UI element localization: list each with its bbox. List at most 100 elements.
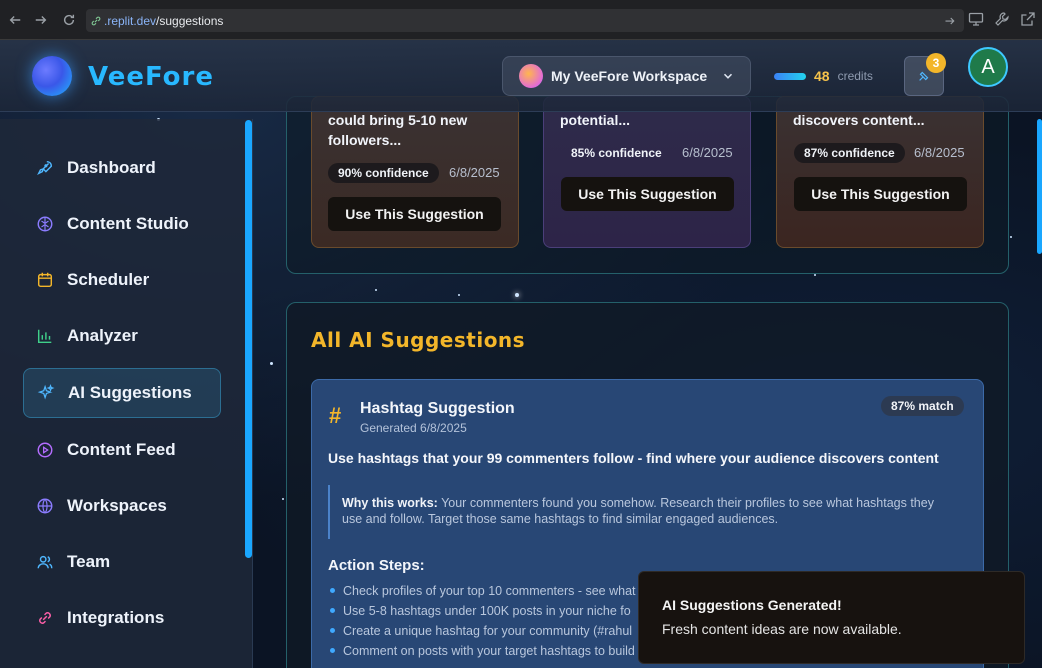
address-bar[interactable]: .replit.dev /suggestions <box>86 9 964 32</box>
url-domain: .replit.dev <box>104 13 157 28</box>
sidebar-item-ai-suggestions[interactable]: AI Suggestions <box>23 368 221 418</box>
sidebar-item-label: Team <box>67 552 111 571</box>
calendar-icon <box>37 272 53 288</box>
section-title: All AI Suggestions <box>311 328 526 352</box>
credits-label: credits <box>837 69 873 83</box>
satellite-icon <box>919 71 929 81</box>
bullet-dot <box>330 588 335 593</box>
globe-icon <box>37 498 53 514</box>
brain-icon <box>37 216 53 232</box>
star-decoration <box>458 294 460 296</box>
sidebar-item-scheduler[interactable]: Scheduler <box>23 256 221 304</box>
sidebar-item-label: Workspaces <box>67 496 167 515</box>
devices-icon[interactable] <box>968 11 984 27</box>
back-icon[interactable] <box>4 9 26 31</box>
sidebar-item-content-feed[interactable]: Content Feed <box>23 426 221 474</box>
sidebar-item-label: Integrations <box>67 608 165 627</box>
action-step: Create a unique hashtag for your communi… <box>328 624 638 638</box>
suggestion-title-line: could bring 5-10 new <box>328 112 468 128</box>
why-label: Why this works: <box>342 496 438 510</box>
brand-logo <box>32 56 72 96</box>
confidence-badge: 87% confidence <box>794 143 905 163</box>
use-suggestion-button[interactable]: Use This Suggestion <box>328 197 501 231</box>
user-avatar[interactable]: A <box>968 47 1008 87</box>
workspace-icon <box>519 64 543 88</box>
go-arrow-icon[interactable] <box>944 15 956 27</box>
toast-body: Fresh content ideas are now available. <box>662 621 902 637</box>
confidence-badge: 85% confidence <box>571 146 662 160</box>
action-step-text: Check profiles of your top 10 commenters… <box>343 584 636 598</box>
suggestion-type-title: Hashtag Suggestion <box>360 400 515 417</box>
users-icon <box>37 555 53 569</box>
suggestion-date: 6/8/2025 <box>449 165 500 180</box>
app-header: VeeFore My VeeFore Workspace 48 credits … <box>0 40 1042 112</box>
star-decoration <box>282 498 284 500</box>
bar-chart-icon <box>37 329 52 344</box>
play-circle-icon <box>37 442 53 458</box>
hashtag-icon: # <box>329 403 342 428</box>
toast-title: AI Suggestions Generated! <box>662 597 842 613</box>
sidebar-item-label: Content Feed <box>67 440 176 459</box>
sidebar-item-label: Scheduler <box>67 270 150 289</box>
workspace-selector[interactable]: My VeeFore Workspace <box>502 56 751 96</box>
star-decoration <box>515 293 519 297</box>
notification-count-badge: 3 <box>926 53 946 73</box>
page-scrollbar[interactable] <box>1037 119 1042 254</box>
suggestion-date: 6/8/2025 <box>682 145 733 160</box>
sidebar-item-analyzer[interactable]: Analyzer <box>23 312 221 360</box>
suggestion-title: discovers content... <box>793 110 924 130</box>
bullet-dot <box>330 628 335 633</box>
use-suggestion-button[interactable]: Use This Suggestion <box>561 177 734 211</box>
why-this-works-box: Why this works: Your commenters found yo… <box>328 485 958 539</box>
wrench-icon[interactable] <box>994 11 1010 27</box>
reload-icon[interactable] <box>58 9 80 31</box>
suggestion-title-line: discovers content... <box>793 112 925 128</box>
sidebar-item-integrations[interactable]: Integrations <box>23 594 221 642</box>
use-suggestion-button[interactable]: Use This Suggestion <box>794 177 967 211</box>
browser-toolbar: .replit.dev /suggestions <box>0 0 1042 40</box>
action-step-text: Use 5-8 hashtags under 100K posts in you… <box>343 604 631 618</box>
sidebar-item-team[interactable]: Team <box>23 538 221 586</box>
suggestion-title-line: followers... <box>328 132 402 148</box>
credits-bar <box>774 72 806 80</box>
action-step-text: Create a unique hashtag for your communi… <box>343 624 633 638</box>
brand-name: VeeFore <box>88 62 214 92</box>
confidence-badge: 90% confidence <box>328 163 439 183</box>
sidebar-item-dashboard[interactable]: Dashboard <box>23 144 221 192</box>
match-badge: 87% match <box>881 396 964 416</box>
chevron-down-icon <box>724 73 733 79</box>
sidebar-item-label: AI Suggestions <box>68 383 192 402</box>
action-steps-title: Action Steps: <box>328 557 425 574</box>
generated-date: Generated 6/8/2025 <box>360 421 467 435</box>
suggestion-headline: Use hashtags that your 99 commenters fol… <box>328 450 939 466</box>
sidebar-item-label: Dashboard <box>67 158 156 177</box>
workspace-label: My VeeFore Workspace <box>551 68 708 84</box>
rocket-icon <box>37 160 53 176</box>
suggestion-title-line: potential... <box>560 112 630 128</box>
sidebar-item-label: Content Studio <box>67 214 189 233</box>
sparkles-icon <box>37 384 55 400</box>
action-step: Comment on posts with your target hashta… <box>328 644 638 658</box>
toast-notification[interactable] <box>638 571 1025 664</box>
bullet-dot <box>330 648 335 653</box>
forward-icon[interactable] <box>30 9 52 31</box>
url-path: /suggestions <box>156 13 224 28</box>
sidebar-item-label: Analyzer <box>67 326 138 345</box>
suggestion-title: potential... <box>560 110 630 130</box>
link-icon <box>39 612 51 624</box>
sidebar-scrollbar[interactable] <box>245 120 252 558</box>
external-link-icon[interactable] <box>1020 11 1036 27</box>
sidebar-item-workspaces[interactable]: Workspaces <box>23 482 221 530</box>
action-step: Check profiles of your top 10 commenters… <box>328 584 638 598</box>
star-decoration <box>375 289 377 291</box>
action-step: Use 5-8 hashtags under 100K posts in you… <box>328 604 638 618</box>
suggestion-date: 6/8/2025 <box>914 145 965 160</box>
credits-indicator: 48 credits <box>774 68 873 84</box>
star-decoration <box>1010 236 1012 238</box>
credits-value: 48 <box>814 68 830 84</box>
action-step-text: Comment on posts with your target hashta… <box>343 644 635 658</box>
star-decoration <box>814 274 816 276</box>
link-icon <box>91 16 101 25</box>
star-decoration <box>270 362 273 365</box>
sidebar-item-content-studio[interactable]: Content Studio <box>23 200 221 248</box>
